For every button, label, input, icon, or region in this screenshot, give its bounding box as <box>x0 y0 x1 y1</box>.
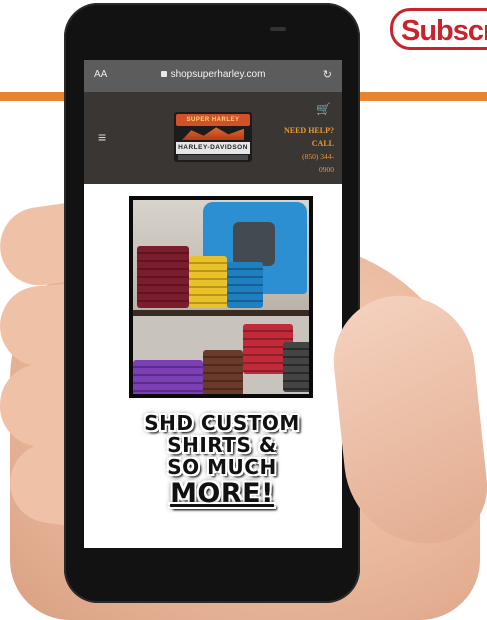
photo-tshirt-graphic <box>233 222 275 266</box>
help-phone-line-1: (850) 344- <box>302 152 334 161</box>
logo-top-text: SUPER HARLEY <box>176 114 250 126</box>
phone-bottom-bezel <box>84 548 342 578</box>
photo-shirt-stack <box>133 360 203 394</box>
hamburger-menu-icon[interactable]: ≡ <box>98 130 106 144</box>
help-line-1: NEED HELP? <box>283 126 334 135</box>
browser-url-bar[interactable]: AA shopsuperharley.com ↻ <box>84 60 342 92</box>
promo-line-1: SHD CUSTOM <box>144 411 300 435</box>
promo-text: SHD CUSTOM SHIRTS & SO MUCH MORE! <box>122 412 322 540</box>
cart-icon[interactable]: 🛒 <box>316 102 331 116</box>
logo-fine-print <box>178 155 248 160</box>
promo-line-2: SHIRTS & <box>167 433 277 457</box>
front-camera <box>270 27 286 31</box>
photo-shirt-stack <box>137 246 189 308</box>
help-phone-line-2: 0900 <box>319 165 334 174</box>
photo-shirt-stack <box>227 262 263 308</box>
photo-shirt-stack <box>283 342 309 392</box>
lock-icon <box>160 71 167 77</box>
orange-divider-right <box>358 92 487 101</box>
logo-mountain-graphic <box>182 127 244 140</box>
product-photo[interactable] <box>129 196 313 398</box>
help-contact[interactable]: NEED HELP? CALL (850) 344- 0900 <box>284 124 334 176</box>
logo-bottom-text: HARLEY-DAVIDSON <box>176 142 250 154</box>
url-text: shopsuperharley.com <box>170 69 266 80</box>
promo-line-3: SO MUCH <box>167 455 277 479</box>
photo-table <box>133 310 309 316</box>
url-display[interactable]: shopsuperharley.com <box>84 69 342 80</box>
promo-line-4: MORE! <box>170 478 274 509</box>
site-logo[interactable]: SUPER HARLEY HARLEY-DAVIDSON <box>174 112 252 162</box>
subscribe-button[interactable]: Subscri <box>390 8 487 50</box>
photo-shirt-stack <box>203 350 243 394</box>
site-header: ≡ SUPER HARLEY HARLEY-DAVIDSON 🛒 NEED HE… <box>84 92 342 184</box>
help-line-2: CALL <box>311 139 334 148</box>
reload-icon[interactable]: ↻ <box>323 68 332 81</box>
photo-shirt-stack <box>189 256 227 308</box>
phone-screen: AA shopsuperharley.com ↻ ≡ SUPER HARLEY … <box>84 60 342 548</box>
